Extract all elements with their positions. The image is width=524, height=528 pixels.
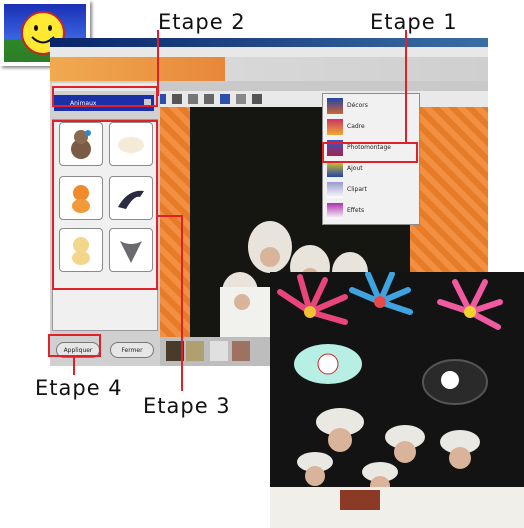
top-toolbar bbox=[50, 57, 488, 81]
speech-bubble-bat bbox=[422, 359, 488, 405]
menu-item-label: Décors bbox=[347, 102, 368, 109]
tool-icons-row bbox=[150, 91, 488, 107]
menu-item-decors[interactable]: Décors bbox=[325, 96, 415, 116]
step-4-highlight bbox=[48, 334, 101, 357]
menu-item-label: Clipart bbox=[347, 186, 367, 193]
fireworks-graphic bbox=[277, 272, 503, 330]
step-4-pointer bbox=[73, 357, 75, 375]
step-2-pointer bbox=[157, 30, 159, 96]
menu-item-label: Cadre bbox=[347, 123, 365, 130]
tab-strip bbox=[150, 81, 488, 91]
step-2-highlight bbox=[52, 86, 158, 107]
menu-bar bbox=[50, 47, 488, 57]
result-photo bbox=[270, 272, 524, 528]
step-2-label: Etape 2 bbox=[158, 10, 246, 34]
result-image bbox=[270, 272, 524, 528]
step-1-highlight bbox=[322, 142, 418, 163]
effects-icon bbox=[327, 203, 343, 219]
thumb-frame[interactable] bbox=[232, 341, 250, 361]
step-3-highlight bbox=[52, 120, 158, 290]
scene-icon bbox=[327, 98, 343, 114]
thumb-frame[interactable] bbox=[210, 341, 228, 361]
close-button[interactable]: Fermer bbox=[110, 342, 154, 358]
speech-bubble-ball bbox=[294, 344, 362, 384]
step-4-label: Etape 4 bbox=[35, 376, 123, 400]
toolbar-icons bbox=[156, 94, 262, 104]
step-3-label: Etape 3 bbox=[143, 394, 231, 418]
menu-item-effets[interactable]: Effets bbox=[325, 201, 415, 221]
step-3-pointer-h bbox=[158, 215, 182, 217]
thumb-frame[interactable] bbox=[186, 341, 204, 361]
step-1-pointer bbox=[405, 30, 407, 142]
frame-icon bbox=[327, 119, 343, 135]
menu-item-label: Effets bbox=[347, 207, 365, 214]
clipart-icon bbox=[327, 182, 343, 198]
step-1-label: Etape 1 bbox=[370, 10, 458, 34]
title-bar bbox=[50, 38, 488, 47]
ajout-icon bbox=[327, 161, 343, 177]
menu-item-cadre[interactable]: Cadre bbox=[325, 117, 415, 137]
step-3-pointer-v bbox=[181, 215, 183, 391]
menu-item-clipart[interactable]: Clipart bbox=[325, 180, 415, 200]
menu-item-label: Ajout bbox=[347, 165, 363, 172]
